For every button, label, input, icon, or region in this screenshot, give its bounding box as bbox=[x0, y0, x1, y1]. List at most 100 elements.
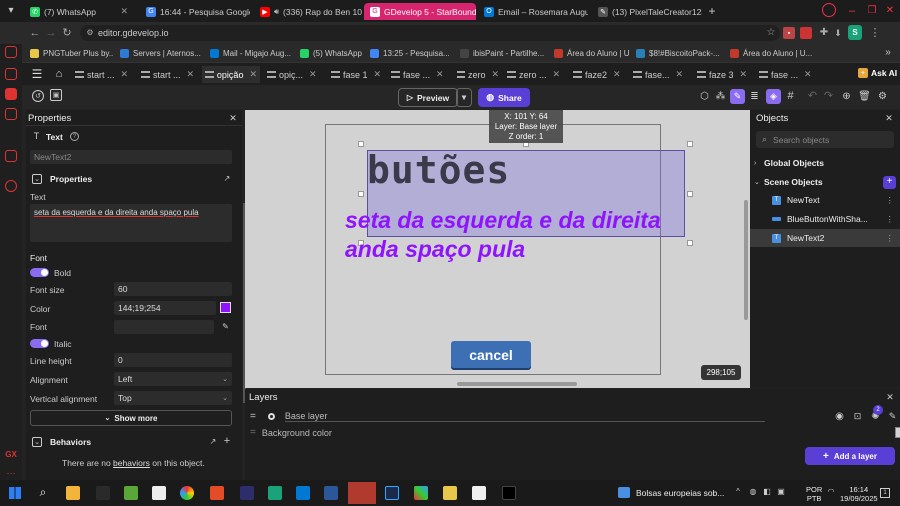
bookmark-item[interactable]: PNGTuber Plus by... bbox=[30, 47, 114, 60]
back-icon[interactable]: ← bbox=[28, 26, 42, 40]
close-icon[interactable]: ✕ bbox=[553, 69, 561, 80]
notepad-icon[interactable] bbox=[472, 486, 486, 500]
tab-opicao-events[interactable]: opiç... ✕ bbox=[264, 66, 326, 83]
object-item-bluebutton[interactable]: BlueButtonWithSha... ⋮ bbox=[750, 210, 900, 228]
windows-start-icon[interactable] bbox=[9, 487, 21, 499]
search-icon[interactable]: ⌕ bbox=[36, 485, 50, 499]
sidebar-app-icon[interactable] bbox=[5, 108, 17, 120]
sidebar-app-icon[interactable] bbox=[5, 46, 17, 58]
show-more-button[interactable]: ⌄ Show more bbox=[30, 410, 232, 426]
preview-button[interactable]: ▷ Preview bbox=[398, 88, 458, 107]
tab-zero-events[interactable]: zero ... ✕ bbox=[504, 66, 566, 83]
3d-box-icon[interactable]: ⬡ bbox=[698, 90, 711, 103]
menu-icon[interactable]: ⋮ bbox=[868, 26, 882, 40]
language-indicator[interactable]: POR PTB bbox=[806, 485, 822, 503]
italic-toggle[interactable] bbox=[30, 339, 49, 348]
tab-zero[interactable]: zero ✕ bbox=[454, 66, 502, 83]
bookmark-item[interactable]: Área do Aluno | U... bbox=[554, 47, 630, 60]
taskbar-app-icon[interactable] bbox=[268, 486, 282, 500]
layer-row-base[interactable]: = Base layer bbox=[245, 408, 900, 424]
more-options-icon[interactable]: ⋮ bbox=[886, 233, 895, 244]
open-external-icon[interactable]: ↗ bbox=[222, 174, 232, 184]
bookmark-item[interactable]: Área do Aluno | U... bbox=[730, 47, 814, 60]
browser-tab-gdevelop[interactable]: G GDevelop 5 - StarBound ✕ bbox=[364, 3, 476, 20]
close-icon[interactable]: ✕ bbox=[884, 113, 894, 123]
tab-fase-1[interactable]: fase 1 ✕ bbox=[328, 66, 386, 83]
more-options-icon[interactable]: ⋮ bbox=[886, 195, 895, 206]
instances-list-icon[interactable]: ≣ bbox=[748, 90, 761, 103]
search-objects-input[interactable]: ⌕ Search objects bbox=[756, 131, 894, 148]
edit-layer-icon[interactable]: ✎ bbox=[887, 411, 898, 422]
bookmark-item[interactable]: Mail - Migajo Aug... bbox=[210, 47, 294, 60]
add-behavior-icon[interactable]: + bbox=[222, 435, 232, 446]
resize-handle[interactable] bbox=[687, 240, 693, 246]
drag-handle-icon[interactable]: = bbox=[250, 411, 256, 422]
hamburger-menu-icon[interactable]: ☰ bbox=[30, 68, 44, 80]
share-button[interactable]: ◍ Share bbox=[478, 88, 530, 107]
history-icon[interactable] bbox=[5, 180, 17, 192]
browser-tab-email[interactable]: O Email – Rosemara August ✕ bbox=[478, 3, 588, 20]
browser-tab-google[interactable]: G 16:44 - Pesquisa Google ✕ bbox=[140, 3, 250, 20]
history-icon[interactable]: ↺ bbox=[32, 90, 44, 102]
close-icon[interactable]: ✕ bbox=[613, 69, 621, 80]
notifications-icon[interactable]: 1 bbox=[880, 488, 890, 498]
open-external-icon[interactable]: ↗ bbox=[208, 437, 218, 447]
news-widget-icon[interactable] bbox=[618, 487, 630, 498]
bookmark-item[interactable]: (5) WhatsApp bbox=[300, 47, 364, 60]
outlook-icon[interactable] bbox=[296, 486, 310, 500]
tab-fase-events-3[interactable]: fase ... ✕ bbox=[756, 66, 832, 83]
more-options-icon[interactable]: ⋮ bbox=[886, 214, 895, 225]
sidebar-app-icon[interactable] bbox=[5, 68, 17, 80]
browser-tab-youtube[interactable]: ▶ 🔊︎ (336) Rap do Ben 10 ✕ bbox=[254, 3, 362, 20]
scene-objects-folder[interactable]: ⌄ Scene Objects + bbox=[750, 173, 900, 191]
resize-handle[interactable] bbox=[687, 191, 693, 197]
brave-icon[interactable] bbox=[210, 486, 224, 500]
valign-select[interactable]: Top ⌄ bbox=[114, 391, 232, 405]
tab-fase-events[interactable]: fase ... ✕ bbox=[388, 66, 450, 83]
collapse-icon[interactable]: ⌄ bbox=[32, 437, 42, 447]
resize-handle[interactable] bbox=[358, 191, 364, 197]
object-groups-icon[interactable]: ⁂ bbox=[714, 90, 727, 103]
add-object-icon[interactable]: + bbox=[883, 175, 896, 189]
behaviors-link[interactable]: behaviors bbox=[113, 458, 150, 468]
close-icon[interactable]: ✕ bbox=[228, 113, 238, 123]
delete-icon[interactable]: 🗑︎ bbox=[858, 90, 871, 103]
resize-handle[interactable] bbox=[687, 141, 693, 147]
bookmark-item[interactable]: ibisPaint - Partilhe... bbox=[460, 47, 550, 60]
lock-icon[interactable]: ⊡ bbox=[852, 411, 863, 422]
tray-app-icon[interactable]: ◍ bbox=[748, 487, 758, 497]
global-objects-folder[interactable]: › Global Objects bbox=[750, 154, 900, 172]
tray-app-icon[interactable]: ▣ bbox=[776, 487, 786, 497]
profile-avatar[interactable]: S bbox=[848, 25, 862, 40]
clock[interactable]: 16:14 19/09/2025 bbox=[840, 485, 878, 503]
close-icon[interactable]: ✕ bbox=[120, 6, 128, 17]
collapse-icon[interactable]: ⌄ bbox=[32, 174, 42, 184]
reload-icon[interactable]: ↻ bbox=[60, 26, 74, 40]
extensions-icon[interactable]: ✚ bbox=[818, 27, 830, 39]
downloads-icon[interactable]: ⬇ bbox=[832, 27, 844, 39]
bookmark-item[interactable]: $8!#BiscoitoPack-... bbox=[636, 47, 724, 60]
tray-chevron-icon[interactable]: ^ bbox=[733, 487, 743, 497]
vertical-scrollbar[interactable] bbox=[744, 200, 748, 320]
close-icon[interactable]: ✕ bbox=[187, 69, 195, 80]
preview-dropdown-button[interactable]: ▾ bbox=[456, 88, 472, 107]
tab-start-2[interactable]: start ... ✕ bbox=[138, 66, 200, 83]
new-tab-icon[interactable]: + bbox=[705, 4, 719, 18]
browser-color-icon[interactable] bbox=[180, 486, 194, 500]
opera-gx-taskbar-active[interactable] bbox=[348, 482, 376, 504]
resize-handle[interactable] bbox=[358, 141, 364, 147]
close-icon[interactable]: ✕ bbox=[885, 392, 895, 402]
address-bar[interactable]: ⚙ editor.gdevelop.io bbox=[80, 25, 780, 41]
scene-canvas[interactable]: butões seta da esquerda e da direita and… bbox=[245, 110, 752, 388]
zoom-icon[interactable]: ⊕ bbox=[840, 90, 853, 103]
bold-toggle[interactable] bbox=[30, 268, 49, 277]
photoshop-icon[interactable] bbox=[385, 486, 399, 500]
browser-tab-pixeltale[interactable]: ✎ (13) PixelTaleCreator123 ✕ bbox=[592, 3, 702, 20]
speaker-icon[interactable]: 🔊︎ bbox=[274, 7, 279, 17]
close-icon[interactable]: ✕ bbox=[491, 69, 499, 80]
more-bookmarks-icon[interactable]: » bbox=[882, 47, 894, 59]
taskbar-app-icon[interactable] bbox=[96, 486, 110, 500]
close-icon[interactable]: ✕ bbox=[804, 69, 812, 80]
more-icon[interactable]: ⋯ bbox=[5, 468, 17, 478]
home-icon[interactable]: ⌂ bbox=[52, 68, 66, 80]
